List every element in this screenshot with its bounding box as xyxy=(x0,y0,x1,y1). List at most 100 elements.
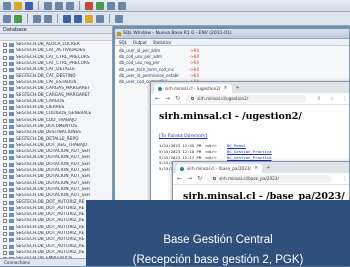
export-icon[interactable] xyxy=(85,14,93,23)
star-icon[interactable]: ☆ xyxy=(328,96,336,102)
expand-icon[interactable] xyxy=(3,62,7,67)
table-icon xyxy=(9,194,14,199)
expand-icon[interactable] xyxy=(3,106,7,111)
expand-icon[interactable] xyxy=(3,219,7,224)
grid-icon[interactable] xyxy=(33,14,41,23)
menu-icon[interactable]: ⋮ xyxy=(341,176,349,182)
expand-icon[interactable] xyxy=(3,150,7,155)
toolbar-separator xyxy=(79,1,80,10)
expand-icon[interactable] xyxy=(3,200,7,205)
table-icon xyxy=(9,238,14,243)
expand-icon[interactable] xyxy=(3,74,7,79)
expand-icon[interactable] xyxy=(3,156,7,161)
table-icon xyxy=(9,80,14,85)
forward-arrow-icon[interactable]: → xyxy=(165,93,170,105)
reload-icon[interactable]: ↻ xyxy=(175,93,180,105)
toolbar-separator xyxy=(27,14,28,23)
expand-icon[interactable] xyxy=(3,169,7,174)
expand-icon[interactable] xyxy=(3,68,7,73)
new-icon[interactable] xyxy=(3,1,11,10)
caption-subtitle: (Recepción base gestión 2, PGK) xyxy=(132,254,304,266)
tree-item-label: SEGTECH.DB_DESTINACIONES xyxy=(16,130,81,136)
back-icon[interactable] xyxy=(3,14,11,23)
back-arrow-icon[interactable]: ← xyxy=(177,173,182,185)
expand-icon[interactable] xyxy=(3,125,7,129)
expand-icon[interactable] xyxy=(3,244,7,249)
expand-icon[interactable] xyxy=(3,187,7,192)
expand-icon[interactable] xyxy=(3,213,7,218)
expand-icon[interactable] xyxy=(3,206,7,211)
expand-icon[interactable] xyxy=(3,99,7,104)
expand-icon[interactable] xyxy=(3,250,7,255)
find-icon[interactable] xyxy=(107,1,115,10)
expand-icon[interactable] xyxy=(3,87,7,92)
tab-sql[interactable]: SQL xyxy=(119,39,127,45)
table-icon xyxy=(9,181,14,186)
new-tab-icon[interactable]: + xyxy=(236,85,240,93)
open-folder-icon[interactable] xyxy=(14,1,22,10)
expand-icon[interactable] xyxy=(3,225,7,230)
sql-editor[interactable]: db_user_id_per_adm ->64 db_cod_usu_per_ad… xyxy=(115,46,349,85)
browser-tab-title: sirh.minsal.cl - /base_pa/2023/ xyxy=(187,166,251,171)
copy-icon[interactable] xyxy=(55,1,63,10)
table-icon xyxy=(9,112,14,117)
options-icon[interactable] xyxy=(118,1,126,10)
expand-icon[interactable] xyxy=(3,238,7,243)
browser-tab[interactable]: sirh.minsal.cl - /ugestion2/ × xyxy=(154,84,232,93)
tree-item-label: SEGTECH.DB_DOTACION_AUT_SER xyxy=(16,155,91,161)
address-bar[interactable]: sirh.minsal.cl/ugestion2/ xyxy=(185,94,306,103)
table-icon xyxy=(9,62,14,67)
expand-icon[interactable] xyxy=(3,232,7,237)
object-browser-filter-bar[interactable] xyxy=(0,34,112,41)
help-icon[interactable] xyxy=(115,14,123,23)
expand-icon[interactable] xyxy=(3,181,7,186)
reload-icon[interactable]: ↻ xyxy=(197,173,202,185)
expand-icon[interactable] xyxy=(3,143,7,148)
share-icon[interactable]: ⇪ xyxy=(315,96,323,102)
table-icon xyxy=(9,244,14,249)
expand-icon[interactable] xyxy=(3,194,7,199)
paste-icon[interactable] xyxy=(66,1,74,10)
toolbar-separator xyxy=(38,1,39,10)
expand-icon[interactable] xyxy=(3,131,7,136)
print-icon[interactable] xyxy=(96,14,104,23)
expand-icon[interactable] xyxy=(3,43,7,48)
parent-directory-link[interactable]: [To Parent Directory] xyxy=(159,134,349,139)
rollback-icon[interactable] xyxy=(74,14,82,23)
table-icon xyxy=(9,43,14,48)
expand-icon[interactable] xyxy=(3,112,7,117)
cut-icon[interactable] xyxy=(44,1,52,10)
expand-icon[interactable] xyxy=(3,162,7,167)
refresh-icon[interactable] xyxy=(14,14,22,23)
commit-icon[interactable] xyxy=(63,14,71,23)
browser-tab[interactable]: sirh.minsal.cl - /base_pa/2023/ × xyxy=(176,164,263,173)
execute-icon[interactable] xyxy=(96,1,104,10)
expand-icon[interactable] xyxy=(3,93,7,98)
expand-icon[interactable] xyxy=(3,49,7,54)
forward-arrow-icon[interactable]: → xyxy=(187,173,192,185)
menu-icon[interactable]: ⋮ xyxy=(341,96,349,102)
expand-icon[interactable] xyxy=(3,55,7,60)
top-toolbar xyxy=(0,0,350,12)
new-tab-icon[interactable]: + xyxy=(266,165,270,173)
back-arrow-icon[interactable]: ← xyxy=(155,93,160,105)
toolbar-separator xyxy=(109,14,110,23)
address-bar[interactable]: sirh.minsal.cl/base_pa/2023/ xyxy=(207,174,332,183)
tree-item-label: SEGTECH.DB_DOTACION_AUT_SER xyxy=(16,168,91,174)
tab-output[interactable]: Output xyxy=(133,39,147,45)
tab-statistics[interactable]: Statistics xyxy=(153,39,171,45)
save-icon[interactable] xyxy=(25,1,33,10)
table-icon xyxy=(9,206,14,211)
close-tab-icon[interactable]: × xyxy=(254,164,258,173)
expand-icon[interactable] xyxy=(3,118,7,123)
favicon-icon xyxy=(158,86,162,91)
list-icon[interactable] xyxy=(44,14,52,23)
close-tab-icon[interactable]: × xyxy=(223,84,227,93)
expand-icon[interactable] xyxy=(3,175,7,180)
expand-icon[interactable] xyxy=(3,80,7,85)
address-text: sirh.minsal.cl/ugestion2/ xyxy=(197,95,249,101)
expand-icon[interactable] xyxy=(3,137,7,142)
lock-icon xyxy=(191,96,195,101)
favicon-icon xyxy=(180,166,184,171)
stop-icon[interactable] xyxy=(85,1,93,10)
